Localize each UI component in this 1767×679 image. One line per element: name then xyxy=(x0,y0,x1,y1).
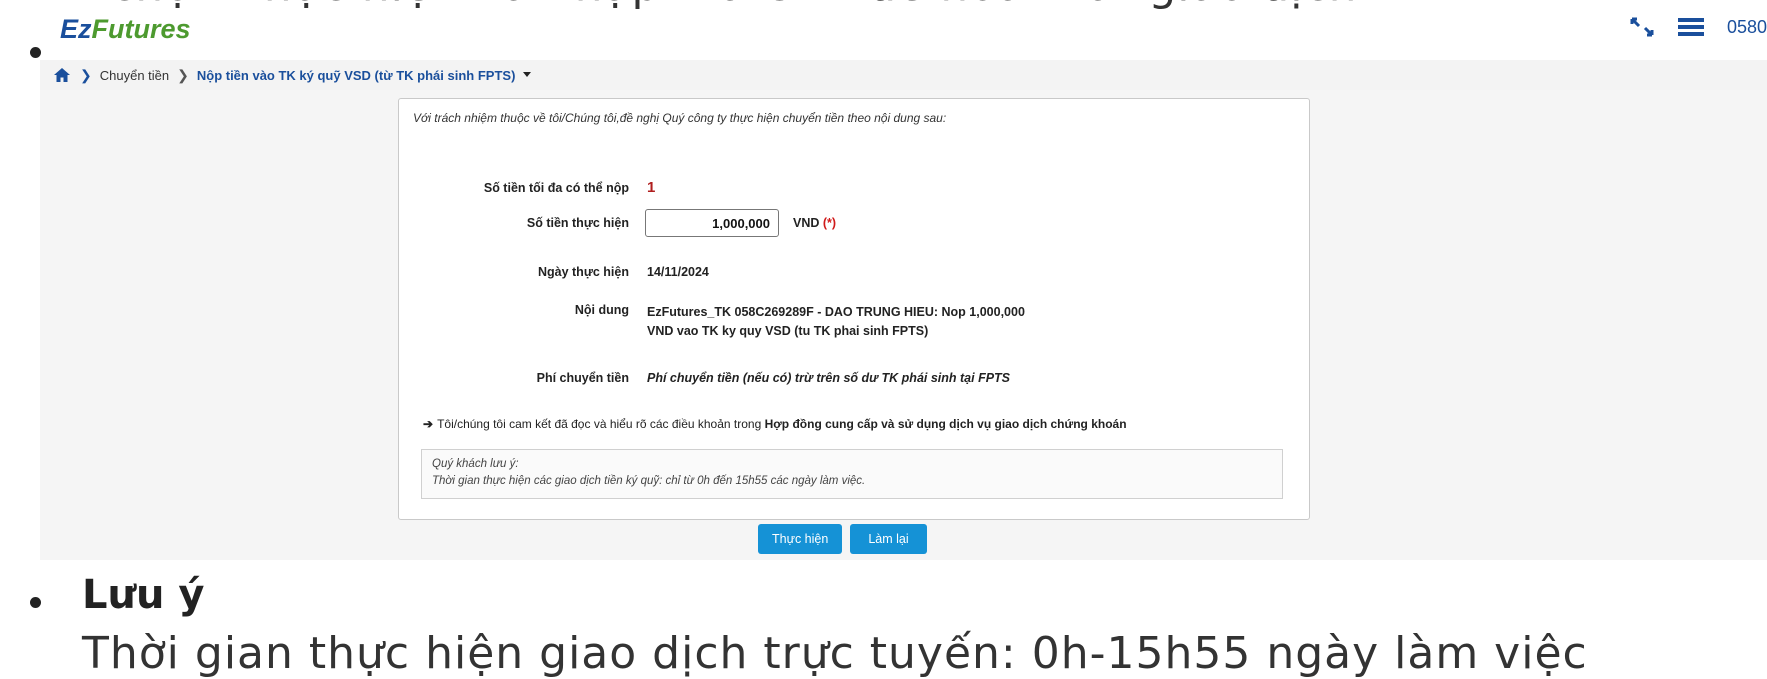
account-number[interactable]: 0580 xyxy=(1727,17,1767,38)
article-heading: Lưu ý xyxy=(82,572,205,618)
max-amount-value: 1 xyxy=(647,179,656,196)
max-amount-label: Số tiền tối đa có thể nộp xyxy=(483,181,629,195)
article-bottom-text: Thời gian thực hiện giao dịch trực tuyến… xyxy=(82,628,1588,679)
breadcrumb-item-transfer[interactable]: Chuyển tiền xyxy=(100,68,169,83)
date-value: 14/11/2024 xyxy=(647,265,709,279)
content-value: EzFutures_TK 058C269289F - DAO TRUNG HIE… xyxy=(647,303,1025,341)
form-intro: Với trách nhiệm thuộc về tôi/Chúng tôi,đ… xyxy=(413,111,947,125)
fee-label: Phí chuyển tiền xyxy=(536,371,629,385)
home-icon[interactable] xyxy=(54,68,70,82)
arrow-right-icon: ➔ xyxy=(423,417,434,431)
note-text: Thời gian thực hiện các giao dịch tiền k… xyxy=(432,475,866,487)
header-actions: 0580 xyxy=(1629,16,1767,38)
amount-label: Số tiền thực hiện xyxy=(526,216,629,230)
chevron-right-icon: ❯ xyxy=(177,66,189,83)
collapse-icon[interactable] xyxy=(1629,16,1655,38)
breadcrumb-current[interactable]: Nộp tiền vào TK ký quỹ VSD (từ TK phái s… xyxy=(197,68,516,83)
app-header: EzFutures 0580 xyxy=(60,12,1767,48)
bullet-point xyxy=(30,47,41,58)
commitment-text: ➔ Tôi/chúng tôi cam kết đã đọc và hiểu rõ… xyxy=(423,417,1127,431)
form-buttons: Thực hiện Làm lại xyxy=(758,524,927,554)
bullet-point xyxy=(30,597,41,608)
ezfutures-logo[interactable]: EzFutures xyxy=(60,14,191,45)
hamburger-menu-icon[interactable] xyxy=(1677,16,1705,38)
amount-input[interactable] xyxy=(645,209,779,237)
content-line: EzFutures_TK 058C269289F - DAO TRUNG HIE… xyxy=(647,305,1025,319)
note-title: Quý khách lưu ý: xyxy=(432,458,519,470)
date-label: Ngày thực hiện xyxy=(537,265,629,279)
breadcrumb: ❯ Chuyển tiền ❯ Nộp tiền vào TK ký quỹ V… xyxy=(40,60,1767,90)
note-box: Quý khách lưu ý: Thời gian thực hiện các… xyxy=(421,449,1283,499)
required-marker: (*) xyxy=(822,216,837,230)
caret-down-icon[interactable] xyxy=(523,72,532,78)
amount-unit: VND (*) xyxy=(793,216,837,230)
content-line: VND vao TK ky quy VSD (tu TK phai sinh F… xyxy=(647,324,929,338)
transfer-form-panel: Với trách nhiệm thuộc về tôi/Chúng tôi,đ… xyxy=(398,98,1310,520)
contract-link[interactable]: Hợp đồng cung cấp và sử dụng dịch vụ gia… xyxy=(765,417,1127,431)
content-label: Nội dung xyxy=(574,303,629,317)
article-top-text: chọn Thực hiện và nhập mã OTP để hoàn tấ… xyxy=(110,0,1358,11)
fee-value: Phí chuyển tiền (nếu có) trừ trên số dư … xyxy=(647,371,1011,385)
submit-button[interactable]: Thực hiện xyxy=(758,524,843,554)
chevron-right-icon: ❯ xyxy=(80,66,92,83)
reset-button[interactable]: Làm lại xyxy=(850,524,927,554)
